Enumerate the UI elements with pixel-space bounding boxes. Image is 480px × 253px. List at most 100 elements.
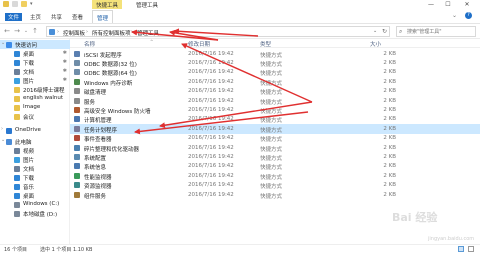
tab-manage[interactable]: 管理 (92, 10, 114, 23)
sidebar-item-label: Image (23, 104, 41, 110)
tab-share[interactable]: 共享 (51, 13, 62, 21)
sidebar-item[interactable]: 音乐 (0, 182, 70, 191)
large-icons-view-icon[interactable] (468, 246, 474, 252)
file-type: 快捷方式 (260, 165, 283, 172)
sidebar-item[interactable]: 下载 ✱ (0, 58, 70, 67)
file-row[interactable]: ODBC 数据源(32 位) 2016/7/16 19:42 快捷方式 2 KB (70, 58, 480, 68)
column-name[interactable]: 名称 (84, 40, 95, 48)
window-title: 管理工具 (136, 3, 159, 9)
file-row[interactable]: 碎片整理和优化驱动器 2016/7/16 19:42 快捷方式 2 KB (70, 143, 480, 153)
sidebar-item-icon (14, 192, 20, 199)
recent-dropdown-icon[interactable]: ⌄ (22, 27, 30, 35)
file-name: 碎片整理和优化驱动器 (84, 146, 140, 153)
file-name: ODBC 数据源(32 位) (84, 61, 137, 68)
column-type[interactable]: 类型 (260, 40, 271, 48)
file-row[interactable]: iSCSI 发起程序 2016/7/16 19:42 快捷方式 2 KB (70, 49, 480, 59)
file-row[interactable]: 系统配置 2016/7/16 19:42 快捷方式 2 KB (70, 152, 480, 162)
sidebar-item[interactable]: OneDrive (0, 126, 70, 135)
breadcrumb-control-panel[interactable]: 控制面板 (63, 29, 85, 37)
sidebar-item[interactable]: Image (0, 103, 70, 112)
file-size: 2 KB (383, 88, 396, 95)
ribbon-expand-icon[interactable]: ⌄ (452, 12, 457, 19)
address-dropdown-icon[interactable]: ⌄ (373, 28, 377, 34)
tools-context-tab: 快捷工具 (92, 0, 123, 9)
close-button[interactable]: ✕ (460, 0, 474, 9)
maximize-button[interactable]: ☐ (441, 0, 455, 9)
breadcrumb-admin-tools[interactable]: 管理工具 (137, 29, 159, 37)
sidebar-item-icon (14, 59, 20, 66)
help-icon[interactable]: ? (465, 12, 472, 19)
details-view-icon[interactable] (458, 246, 464, 252)
sidebar-item[interactable]: english walnut (0, 94, 70, 103)
sidebar-item[interactable]: 此电脑 (0, 137, 70, 146)
sidebar-item[interactable]: 2016级博士课程 (0, 85, 70, 94)
sidebar-item[interactable]: Windows (C:) (0, 200, 70, 209)
column-size[interactable]: 大小 (370, 40, 381, 48)
sidebar-item[interactable]: 桌面 (0, 191, 70, 200)
file-size: 2 KB (383, 106, 396, 113)
file-date: 2016/7/16 19:42 (188, 116, 234, 123)
file-date: 2016/7/16 19:42 (188, 88, 234, 95)
shortcut-icon (74, 172, 80, 179)
qat-dropdown-icon[interactable]: ▾ (30, 1, 33, 7)
sidebar-item[interactable]: 文档 ✱ (0, 67, 70, 76)
sidebar-item[interactable]: 会议 (0, 112, 70, 121)
file-row[interactable]: ODBC 数据源(64 位) 2016/7/16 19:42 快捷方式 2 KB (70, 68, 480, 77)
properties-icon[interactable] (12, 1, 18, 7)
file-row[interactable]: Windows 内存诊断 2016/7/16 19:42 快捷方式 2 KB (70, 77, 480, 87)
minimize-button[interactable]: — (424, 0, 438, 9)
shortcut-icon (74, 116, 80, 123)
tab-home[interactable]: 主页 (30, 13, 41, 21)
sidebar-item-icon (14, 95, 20, 102)
sidebar-item[interactable]: 下载 (0, 173, 70, 182)
address-field[interactable]: › 控制面板 › 所有控制面板项 › 管理工具 ⌄ ↻ (46, 26, 390, 37)
file-row[interactable]: 资源监视器 2016/7/16 19:42 快捷方式 2 KB (70, 181, 480, 190)
column-date[interactable]: 修改日期 (188, 40, 210, 48)
sidebar-item[interactable]: 桌面 ✱ (0, 49, 70, 58)
shortcut-icon (74, 163, 80, 170)
chevron-down-icon[interactable]: ⌄ (1, 40, 5, 46)
sidebar-item-label: 桌面 (23, 52, 35, 58)
chevron-right-icon[interactable]: › (1, 126, 3, 132)
chevron-down-icon[interactable]: ⌄ (1, 137, 5, 143)
search-field[interactable]: ⌕ (396, 26, 476, 37)
pin-icon: ✱ (62, 50, 67, 56)
file-name: 性能监视器 (84, 174, 112, 181)
sidebar-item[interactable]: 本地磁盘 (D:) (0, 209, 70, 218)
file-row[interactable]: 组件服务 2016/7/16 19:42 快捷方式 2 KB (70, 190, 480, 200)
breadcrumb-all-items[interactable]: 所有控制面板项 (92, 29, 131, 37)
forward-arrow-icon[interactable]: → (13, 27, 21, 35)
file-date: 2016/7/16 19:42 (188, 135, 234, 142)
file-type: 快捷方式 (260, 99, 283, 106)
file-row[interactable]: 任务计划程序 2016/7/16 19:42 快捷方式 2 KB (70, 124, 480, 134)
new-folder-icon[interactable] (21, 1, 27, 7)
sidebar-item[interactable]: 图片 ✱ (0, 76, 70, 85)
file-size: 2 KB (383, 78, 396, 85)
file-row[interactable]: 服务 2016/7/16 19:42 快捷方式 2 KB (70, 96, 480, 106)
file-row[interactable]: 事件查看器 2016/7/16 19:42 快捷方式 2 KB (70, 134, 480, 143)
sidebar-item-label: 快速访问 (15, 43, 38, 49)
sidebar-item-icon (14, 86, 20, 93)
sidebar-item[interactable]: 文档 (0, 164, 70, 173)
up-arrow-icon[interactable]: ↑ (31, 27, 39, 35)
file-row[interactable]: 系统信息 2016/7/16 19:42 快捷方式 2 KB (70, 162, 480, 171)
sidebar-item[interactable]: 图片 (0, 155, 70, 164)
tab-file[interactable]: 文件 (5, 13, 23, 21)
file-type: 快捷方式 (260, 174, 283, 181)
file-type: 快捷方式 (260, 137, 283, 144)
file-row[interactable]: 高级安全 Windows 防火墙 2016/7/16 19:42 快捷方式 2 KB (70, 105, 480, 115)
search-input[interactable] (407, 28, 473, 36)
tab-view[interactable]: 查看 (72, 13, 83, 21)
file-name: 系统信息 (84, 165, 107, 172)
sidebar-item[interactable]: 视频 (0, 146, 70, 155)
sidebar-item-label: 图片 (23, 79, 35, 85)
file-date: 2016/7/16 19:42 (188, 125, 234, 132)
file-row[interactable]: 计算机管理 2016/7/16 19:42 快捷方式 2 KB (70, 115, 480, 124)
file-row[interactable]: 性能监视器 2016/7/16 19:42 快捷方式 2 KB (70, 171, 480, 181)
sidebar-item[interactable]: 快速访问 (0, 40, 70, 49)
watermark-url: jingyan.baidu.com (428, 236, 475, 242)
refresh-icon[interactable]: ↻ (382, 28, 387, 35)
selection-info: 选中 1 个项目 1.10 KB (40, 247, 93, 253)
back-arrow-icon[interactable]: ← (3, 27, 11, 35)
file-row[interactable]: 磁盘清理 2016/7/16 19:42 快捷方式 2 KB (70, 87, 480, 96)
